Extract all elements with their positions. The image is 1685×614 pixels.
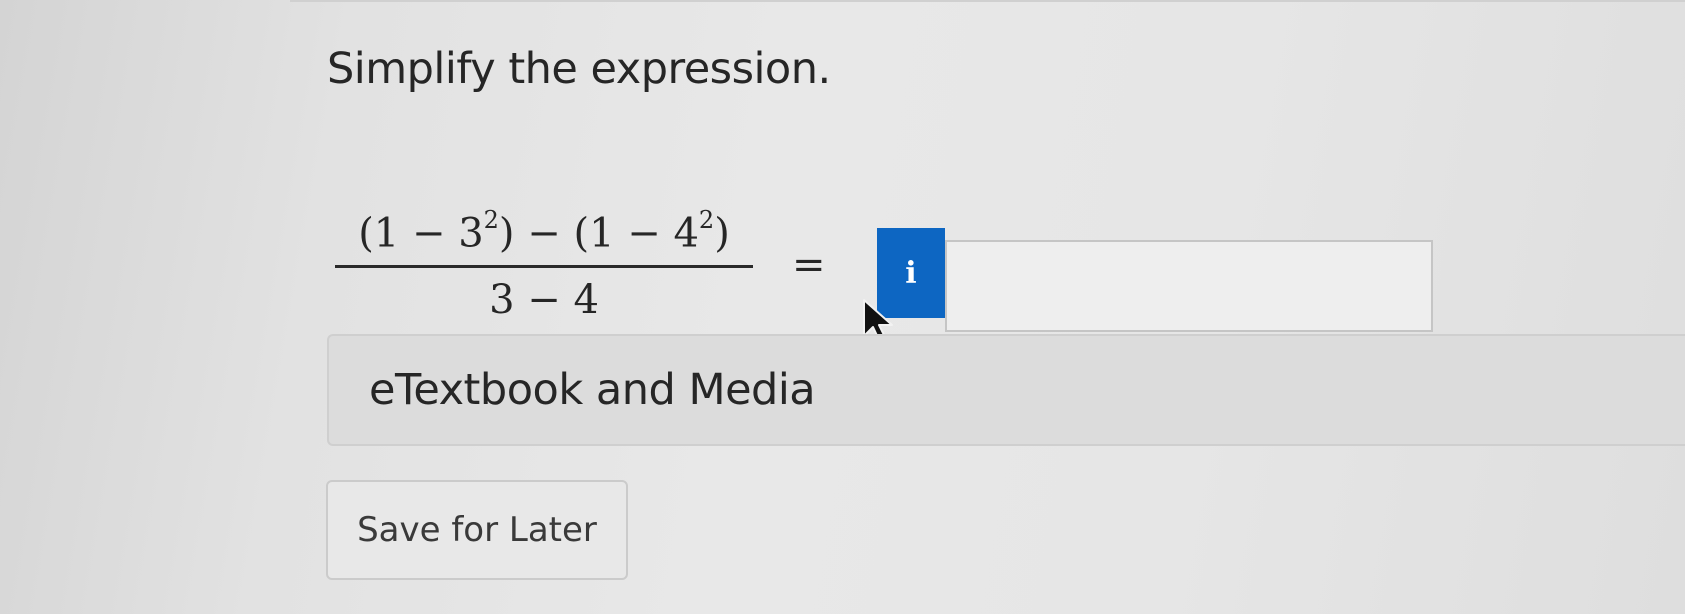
save-button-label: Save for Later — [357, 510, 597, 550]
question-prompt: Simplify the expression. — [327, 44, 831, 94]
fraction-bar — [335, 265, 753, 269]
answer-input[interactable] — [945, 240, 1433, 332]
etextbook-label: eTextbook and Media — [369, 365, 816, 415]
save-for-later-button[interactable]: Save for Later — [326, 480, 628, 580]
fraction-numerator: (1 − 32) − (1 − 42) — [358, 206, 730, 257]
math-expression: (1 − 32) − (1 − 42) 3 − 4 — [335, 196, 753, 324]
top-divider — [290, 0, 1685, 2]
fraction-denominator: 3 − 4 — [489, 277, 599, 324]
etextbook-and-media-panel[interactable]: eTextbook and Media — [327, 334, 1685, 446]
equals-sign: = — [792, 242, 826, 288]
